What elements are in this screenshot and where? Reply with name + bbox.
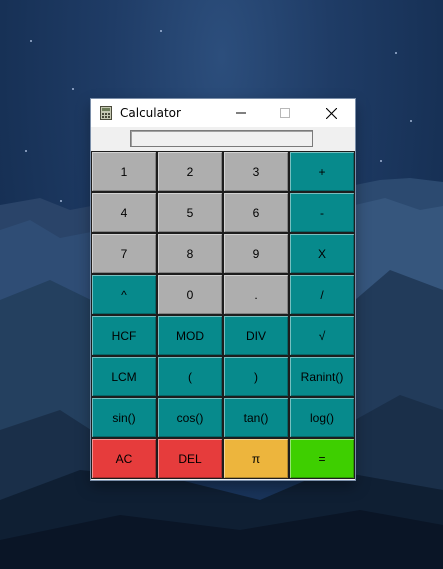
key-hcf-button[interactable]: HCF [91,315,157,356]
key-plus-button[interactable]: + [289,151,355,192]
calculator-icon [100,106,112,120]
key-7-button[interactable]: 7 [91,233,157,274]
key-ranint-button[interactable]: Ranint() [289,356,355,397]
title-bar[interactable]: Calculator [91,99,355,127]
key-div-button[interactable]: DIV [223,315,289,356]
calculator-window: Calculator 1 2 3 +4 5 6- 7 8 9 X ^ 0. / HCF MOD DIV √ LCM… [91,99,355,480]
key-sqrt-button[interactable]: √ [289,315,355,356]
window-title: Calculator [120,106,181,120]
key-6-button[interactable]: 6 [223,192,289,233]
key-sin-button[interactable]: sin() [91,397,157,438]
key-power-button[interactable]: ^ [91,274,157,315]
display-area [91,127,355,151]
key-pi-button[interactable]: π [223,438,289,479]
minimize-icon [236,112,246,114]
display-field[interactable] [130,130,313,147]
minimize-button[interactable] [219,99,263,127]
key-log-button[interactable]: log() [289,397,355,438]
key-equals-button[interactable]: = [289,438,355,479]
key-multiply-button[interactable]: X [289,233,355,274]
key-all-clear-button[interactable]: AC [91,438,157,479]
key-5-button[interactable]: 5 [157,192,223,233]
close-button[interactable] [309,99,353,127]
key-minus-button[interactable]: - [289,192,355,233]
close-icon [325,107,337,119]
key-3-button[interactable]: 3 [223,151,289,192]
key-mod-button[interactable]: MOD [157,315,223,356]
key-tan-button[interactable]: tan() [223,397,289,438]
key-9-button[interactable]: 9 [223,233,289,274]
key-open-paren-button[interactable]: ( [157,356,223,397]
keypad: 1 2 3 +4 5 6- 7 8 9 X ^ 0. / HCF MOD DIV √ LCM() Ranint() s… [91,151,355,480]
key-divide-button[interactable]: / [289,274,355,315]
key-8-button[interactable]: 8 [157,233,223,274]
key-lcm-button[interactable]: LCM [91,356,157,397]
key-4-button[interactable]: 4 [91,192,157,233]
maximize-button[interactable] [263,99,307,127]
key-cos-button[interactable]: cos() [157,397,223,438]
key-decimal-button[interactable]: . [223,274,289,315]
key-1-button[interactable]: 1 [91,151,157,192]
key-0-button[interactable]: 0 [157,274,223,315]
key-close-paren-button[interactable]: ) [223,356,289,397]
key-delete-button[interactable]: DEL [157,438,223,479]
maximize-icon [280,108,290,118]
key-2-button[interactable]: 2 [157,151,223,192]
